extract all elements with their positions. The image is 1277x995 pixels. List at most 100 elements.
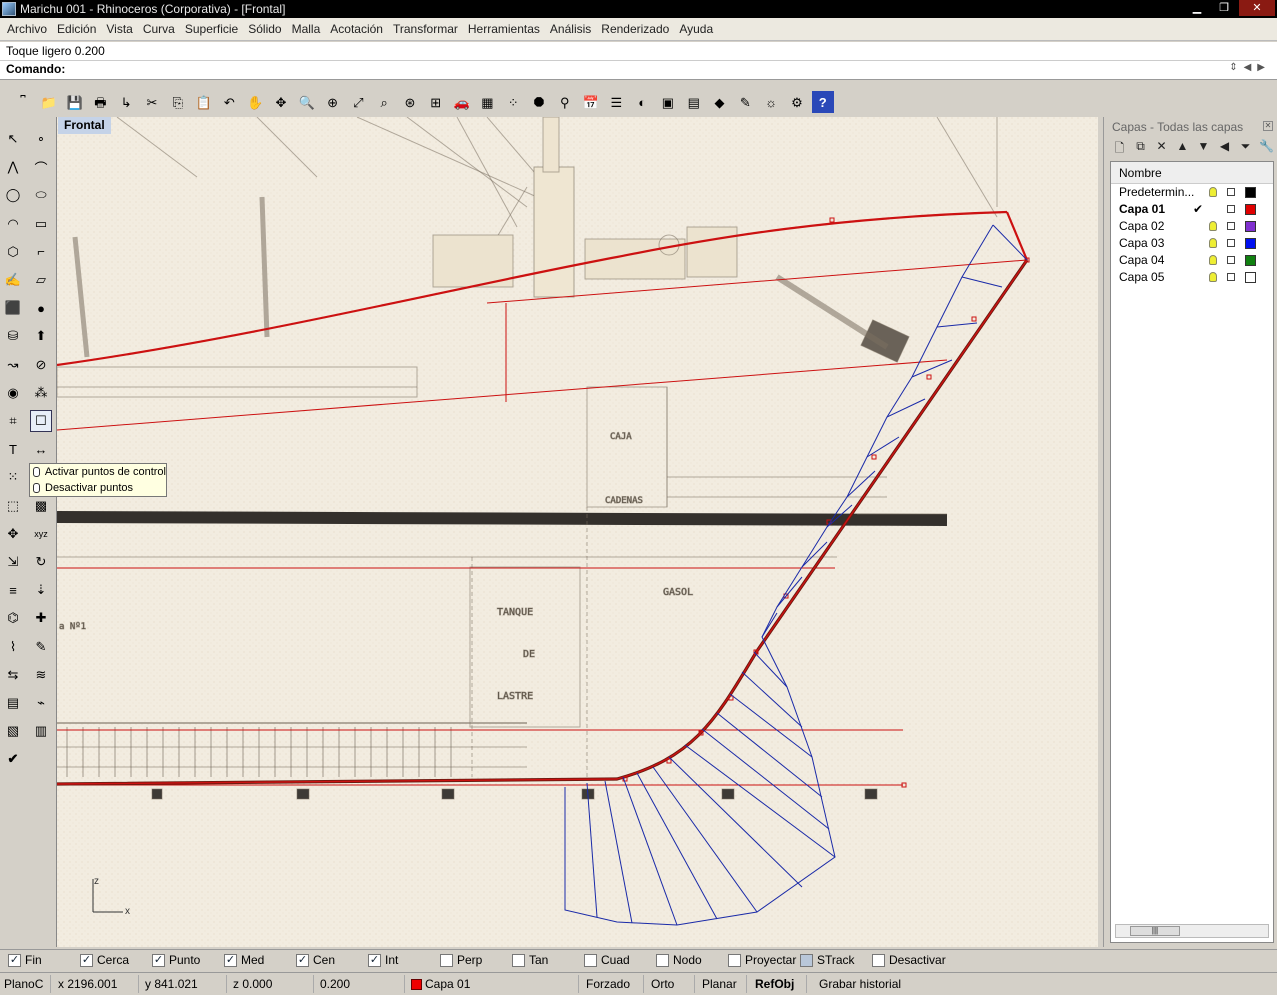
delete-layer-icon[interactable]: ✕	[1154, 139, 1169, 160]
cplane-label[interactable]: PlanoC	[4, 977, 43, 991]
layer-row[interactable]: Capa 01 ✔	[1111, 201, 1273, 218]
menu-superficie[interactable]: Superficie	[180, 22, 243, 36]
visibility-bulb-icon[interactable]	[1209, 255, 1217, 265]
osnap-nodo[interactable]: Nodo	[656, 953, 702, 967]
forzado-toggle[interactable]: Forzado	[586, 977, 630, 991]
polyline-icon[interactable]: ⋀	[2, 156, 24, 178]
unlock-icon[interactable]	[1227, 256, 1235, 264]
render-color-icon[interactable]: ▧	[2, 720, 24, 742]
command-input[interactable]	[70, 61, 1190, 77]
project-icon[interactable]: ⇣	[30, 579, 52, 601]
snap-icon[interactable]: ✚	[30, 607, 52, 629]
move-icon[interactable]: ✥	[2, 523, 24, 545]
menu-solido[interactable]: Sólido	[243, 22, 286, 36]
zebra-icon[interactable]: ≋	[30, 664, 52, 686]
paste-icon[interactable]: 📋	[193, 91, 215, 113]
osnap-perp[interactable]: Perp	[440, 953, 482, 967]
zoom-icon[interactable]: 🔍	[296, 91, 318, 113]
osnap-proyectar[interactable]: Proyectar	[728, 953, 796, 967]
color-icon[interactable]: ◐	[631, 91, 653, 113]
cage-icon[interactable]: ⌗	[2, 410, 24, 432]
grid-icon[interactable]: ▦	[476, 91, 498, 113]
minimize-button[interactable]: ▁	[1185, 0, 1209, 16]
panel-close-icon[interactable]: ✕	[1263, 121, 1273, 131]
fillet-icon[interactable]: ⌐	[30, 241, 52, 263]
layer-row[interactable]: Predetermin...	[1111, 184, 1273, 201]
current-layer[interactable]: Capa 01	[425, 977, 470, 991]
new-layer-icon[interactable]: 🗋	[1112, 139, 1127, 160]
osnap-punto[interactable]: ✓ Punto	[152, 953, 200, 967]
osnap-tan[interactable]: Tan	[512, 953, 548, 967]
layer-color-swatch[interactable]	[1245, 255, 1256, 266]
point-icon[interactable]: ∘	[30, 128, 52, 150]
menu-edicion[interactable]: Edición	[52, 22, 101, 36]
unlock-icon[interactable]	[1227, 222, 1235, 230]
osnap-strack[interactable]: STrack	[800, 953, 855, 967]
surface-icon[interactable]: ▱	[30, 269, 52, 291]
block-icon[interactable]: ⬚	[2, 495, 24, 517]
copy-icon[interactable]: ⎘	[167, 91, 189, 113]
xyz-icon[interactable]: xyz	[30, 523, 52, 545]
calendar-icon[interactable]: 📅	[580, 91, 602, 113]
4-view-icon[interactable]: ⊞	[425, 91, 447, 113]
car-icon[interactable]: 🚗	[451, 91, 473, 113]
rotate-view-icon[interactable]: ✥	[270, 91, 292, 113]
cut-icon[interactable]: ✂	[141, 91, 163, 113]
checkbox[interactable]: ✓	[296, 953, 309, 967]
osnap-med[interactable]: ✓ Med	[224, 953, 264, 967]
record-history-toggle[interactable]: Grabar historial	[819, 977, 901, 991]
freeform-icon[interactable]: ✍	[2, 269, 24, 291]
filter-icon[interactable]: ⯃	[528, 91, 550, 113]
orient-icon[interactable]: ↻	[30, 551, 52, 573]
zoom-selected-icon[interactable]: ⌕	[373, 91, 395, 113]
layout2-icon[interactable]: ▥	[30, 720, 52, 742]
maximize-button[interactable]: ❐	[1212, 0, 1236, 16]
pan-icon[interactable]: ✋	[244, 91, 266, 113]
light-icon[interactable]: ☼	[760, 91, 782, 113]
layer-name[interactable]: Capa 05	[1119, 269, 1197, 286]
osnap-fin[interactable]: ✓ Fin	[8, 953, 42, 967]
zoom-extents-icon[interactable]: ⤢	[347, 91, 369, 113]
boolean-icon[interactable]: ◉	[2, 382, 24, 404]
menu-acotacion[interactable]: Acotación	[325, 22, 388, 36]
close-button[interactable]: ✕	[1239, 0, 1275, 16]
wire-icon[interactable]: ⌇	[2, 636, 24, 658]
align-icon[interactable]: ≡	[2, 579, 24, 601]
layer-name[interactable]: Predetermin...	[1119, 184, 1197, 201]
layer-name[interactable]: Capa 04	[1119, 252, 1197, 269]
layers-icon[interactable]: ☰	[605, 91, 627, 113]
scroll-right-icon[interactable]: ▶	[1257, 62, 1265, 73]
new-icon[interactable]: ⎴	[12, 91, 34, 113]
analyze-icon[interactable]: ⌬	[2, 607, 24, 629]
zoom-dynamic-icon[interactable]: ⊛	[399, 91, 421, 113]
menu-herramientas[interactable]: Herramientas	[463, 22, 545, 36]
unlock-icon[interactable]	[1227, 273, 1235, 281]
scroll-up-down-icon[interactable]: ⇕	[1229, 62, 1237, 73]
options-icon[interactable]: ⚙	[786, 91, 808, 113]
open-icon[interactable]: 📁	[38, 91, 60, 113]
pencil-icon[interactable]: ✎	[734, 91, 756, 113]
move-out-icon[interactable]: ◀	[1217, 139, 1232, 160]
osnap-cerca[interactable]: ✓ Cerca	[80, 953, 129, 967]
visibility-bulb-icon[interactable]	[1209, 272, 1217, 282]
select-icon[interactable]: ↖	[2, 128, 24, 150]
mirror-icon[interactable]: ⇆	[2, 664, 24, 686]
text-icon[interactable]: T	[2, 438, 24, 460]
checkbox[interactable]	[728, 953, 741, 967]
osnap-cuad[interactable]: Cuad	[584, 953, 630, 967]
box-icon[interactable]: ⬛	[2, 297, 24, 319]
checkbox[interactable]	[440, 953, 453, 967]
sphere-icon[interactable]: ●	[30, 297, 52, 319]
dimension-icon[interactable]: ↔	[30, 438, 52, 460]
checkbox[interactable]	[872, 953, 885, 967]
menu-transformar[interactable]: Transformar	[388, 22, 463, 36]
import-icon[interactable]: ↳	[115, 91, 137, 113]
checkbox[interactable]: ✓	[368, 953, 381, 967]
layer-name[interactable]: Capa 02	[1119, 218, 1197, 235]
cylinder-icon[interactable]: ⛁	[2, 325, 24, 347]
lamp-icon[interactable]: ⚲	[554, 91, 576, 113]
unlock-icon[interactable]	[1227, 205, 1235, 213]
menu-archivo[interactable]: Archivo	[2, 22, 52, 36]
layer-color-swatch[interactable]	[1245, 204, 1256, 215]
unlock-icon[interactable]	[1227, 239, 1235, 247]
